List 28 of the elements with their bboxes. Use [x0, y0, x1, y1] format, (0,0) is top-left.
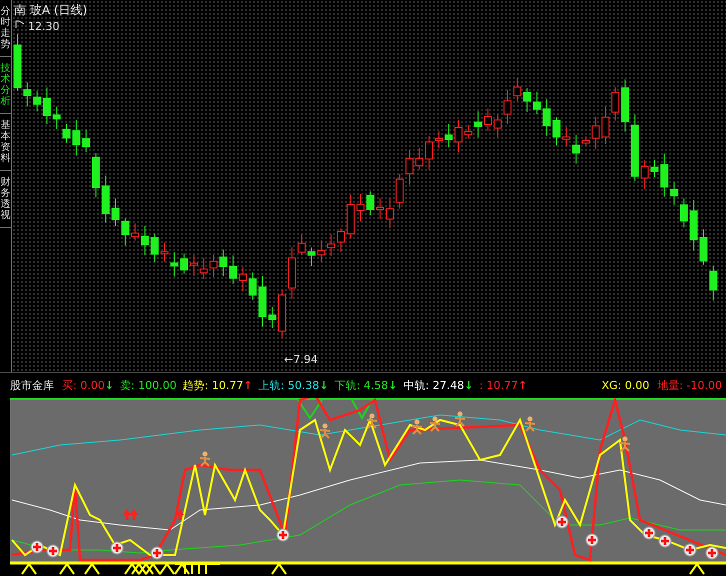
- figure-icon: [524, 416, 536, 432]
- trend-arrow: ↓: [464, 379, 474, 392]
- high-price-label: 12.30: [28, 20, 60, 33]
- indicator-name: 股市金库: [10, 378, 54, 393]
- signal-value: 地量: -10.00: [657, 378, 722, 393]
- trend-arrow: ↓: [319, 379, 328, 392]
- up-arrow-icon: [176, 509, 184, 520]
- low-price-label: ←7.94: [284, 353, 318, 366]
- signal-value: XG: 0.00: [602, 379, 650, 392]
- legend-value: 上轨: 50.38: [258, 378, 320, 393]
- legend-value: : 10.77: [479, 379, 518, 392]
- figure-icon: [619, 436, 631, 452]
- legend-value: 趋势: 10.77: [182, 378, 244, 393]
- legend-value: 下轨: 4.58: [334, 378, 388, 393]
- figure-icon: [411, 420, 423, 435]
- figure-icon: [199, 452, 211, 467]
- trend-arrow: ↑: [518, 379, 528, 392]
- figure-icon: [366, 414, 378, 429]
- figure-icon: [319, 424, 331, 439]
- trend-arrow: ↓: [388, 379, 398, 392]
- figure-icon: [429, 416, 441, 432]
- legend-value: 买: 0.00: [62, 378, 105, 393]
- trend-arrow: ↓: [104, 379, 114, 392]
- figure-icon: [454, 412, 466, 427]
- legend-value: 中轨: 27.48: [403, 378, 464, 393]
- chart-title: 南 玻A (日线): [14, 2, 88, 19]
- trend-arrow: ↑: [243, 379, 253, 392]
- legend-value: 卖: 100.00: [120, 378, 177, 393]
